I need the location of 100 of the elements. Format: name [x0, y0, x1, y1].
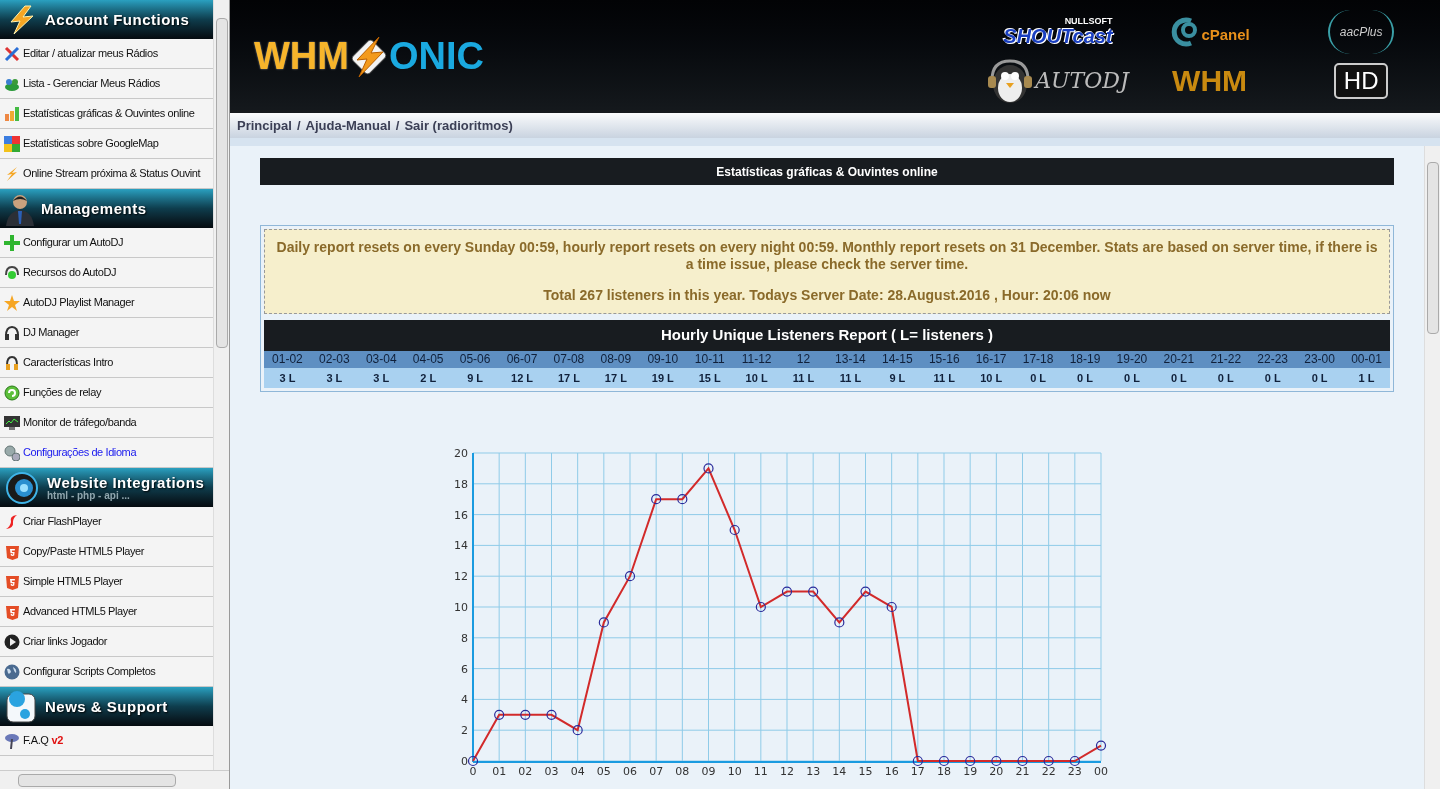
section-title: News & Support [45, 699, 168, 714]
page-scrollbar[interactable] [1424, 146, 1440, 789]
x-tick-label: 19 [963, 765, 978, 778]
hour-cell-text: 04-05 [411, 351, 445, 368]
sidebar-item[interactable]: Simple HTML5 Player [0, 567, 213, 597]
page-title: Estatísticas gráficas & Ouvintes online [260, 158, 1394, 185]
breadcrumb-link[interactable]: Principal [237, 115, 292, 136]
data-point [1043, 755, 1054, 767]
data-point [520, 709, 531, 720]
sidebar-item[interactable]: Estatísticas gráficas & Ouvintes online [0, 99, 213, 129]
html5-icon [5, 573, 19, 590]
gears-icon [4, 444, 20, 461]
star-icon [4, 294, 20, 311]
count-cell-text: 0 L [1029, 371, 1048, 386]
count-cell-text: 2 L [419, 371, 438, 386]
hour-cell-text: 06-07 [505, 351, 539, 368]
notice-text: Daily report resets on every Sunday 00:59, hourly report resets on every night 00:59. Monthly report resets on 31 December. Stats are based on server time, if there is a time issue, please check the server time. [275, 239, 1379, 273]
sidebar-scrollbar[interactable] [213, 0, 229, 770]
sidebar-item[interactable]: Lista - Gerenciar Meus Rádios [0, 69, 213, 99]
x-tick-label: 20 [989, 765, 1004, 778]
data-point [1017, 755, 1028, 767]
sidebar-item[interactable]: Advanced HTML5 Player [0, 597, 213, 627]
sidebar-item[interactable]: Configurar um AutoDJ [0, 228, 213, 258]
x-tick-label: 02 [518, 765, 533, 778]
data-point [781, 586, 793, 597]
refresh-icon [4, 384, 20, 401]
data-point [467, 755, 479, 767]
horizontal-scrollbar[interactable] [0, 770, 229, 789]
count-cell-text: 3 L [278, 371, 297, 386]
x-tick-label: 07 [649, 765, 664, 778]
x-tick-label: 0 [469, 765, 477, 778]
data-point [598, 617, 609, 628]
count-cell-text: 10 L [744, 371, 769, 386]
count-cell-text: 12 L [510, 371, 535, 386]
breadcrumb-link[interactable]: Ajuda-Manual [305, 115, 391, 136]
x-tick-label: 09 [701, 765, 716, 778]
data-point [1069, 755, 1080, 767]
x-tick-label: 17 [910, 765, 925, 778]
count-cell-text: 0 L [1310, 371, 1329, 386]
x-tick-label: 00 [1094, 765, 1108, 778]
sidebar-item[interactable]: DJ Manager [0, 318, 213, 348]
y-tick-label: 20 [454, 447, 468, 460]
flash-icon [5, 513, 19, 530]
sidebar-item[interactable]: Copy/Paste HTML5 Player [0, 537, 213, 567]
data-point [572, 725, 583, 736]
tools-icon [4, 46, 20, 61]
count-cell-text: 0 L [1123, 371, 1141, 386]
hour-cell-text: 13-14 [834, 351, 867, 368]
breadcrumb-link[interactable]: Sair (radioritmos) [404, 115, 513, 136]
data-point [991, 755, 1002, 767]
html5-icon [5, 543, 19, 560]
partner-logo: aacPlus [1339, 23, 1383, 41]
sidebar-item[interactable]: Recursos do AutoDJ [0, 258, 213, 288]
hour-cell-text: 03-04 [364, 351, 398, 368]
partner-logo: SHOUTcast [1003, 26, 1113, 46]
sidebar-item[interactable]: Características Intro [0, 348, 213, 378]
hour-cell-text: 08-09 [599, 351, 633, 368]
data-point [1095, 740, 1107, 751]
count-cell-text: 9 L [466, 371, 485, 386]
x-tick-label: 06 [623, 765, 637, 778]
hour-cell-text: 14-15 [881, 351, 914, 368]
data-point [938, 755, 950, 767]
data-point [808, 586, 819, 597]
x-tick-label: 03 [544, 765, 559, 778]
partner-logo: HD [1343, 65, 1379, 96]
bar-chart-icon [4, 106, 20, 121]
penguin-headphones-icon [987, 57, 1034, 104]
partner-logo: WHM [1172, 63, 1248, 99]
data-point [965, 755, 976, 767]
globe-icon [4, 663, 20, 680]
monitor-icon [4, 415, 20, 430]
y-tick-label: 14 [454, 539, 468, 553]
y-tick-label: 10 [454, 601, 468, 614]
speaker-icon [5, 470, 41, 505]
sidebar-item[interactable]: Editar / atualizar meus Rádios [0, 39, 213, 69]
sidebar-item[interactable]: F.A.Q v2 [0, 726, 213, 756]
report-title: Hourly Unique Listeners Report ( L= listeners ) [264, 320, 1390, 351]
y-tick-label: 2 [461, 724, 468, 738]
sidebar-item[interactable]: Criar links Jogador [0, 627, 213, 657]
hour-cell-text: 16-17 [974, 351, 1008, 368]
count-cell-text: 1 L [1357, 371, 1376, 386]
hour-cell-text: 05-06 [458, 351, 492, 368]
section-title: Website Integrations [47, 474, 205, 490]
partner-logo: cPanel [1201, 25, 1250, 45]
partner-logo: AUTODJ [1035, 67, 1129, 95]
count-cell-text: 11 L [838, 371, 863, 386]
y-tick-label: 8 [461, 631, 468, 645]
sidebar-item[interactable]: AutoDJ Playlist Manager [0, 288, 213, 318]
sidebar-item[interactable]: Funções de relay [0, 378, 213, 408]
sidebar-item[interactable]: Estatísticas sobre GoogleMap [0, 129, 213, 159]
question-icon [5, 689, 39, 724]
hour-cell-text: 09-10 [646, 351, 680, 368]
sidebar-item[interactable]: Monitor de tráfego/banda [0, 408, 213, 438]
hour-cell-text: 21-22 [1209, 351, 1243, 368]
c-letter-icon [1169, 16, 1200, 47]
map-icon [4, 135, 20, 152]
count-cell-text: 10 L [979, 371, 1004, 386]
section-title: Managements [41, 201, 147, 216]
count-cell-text: 3 L [325, 371, 344, 386]
users-icon [4, 76, 20, 91]
